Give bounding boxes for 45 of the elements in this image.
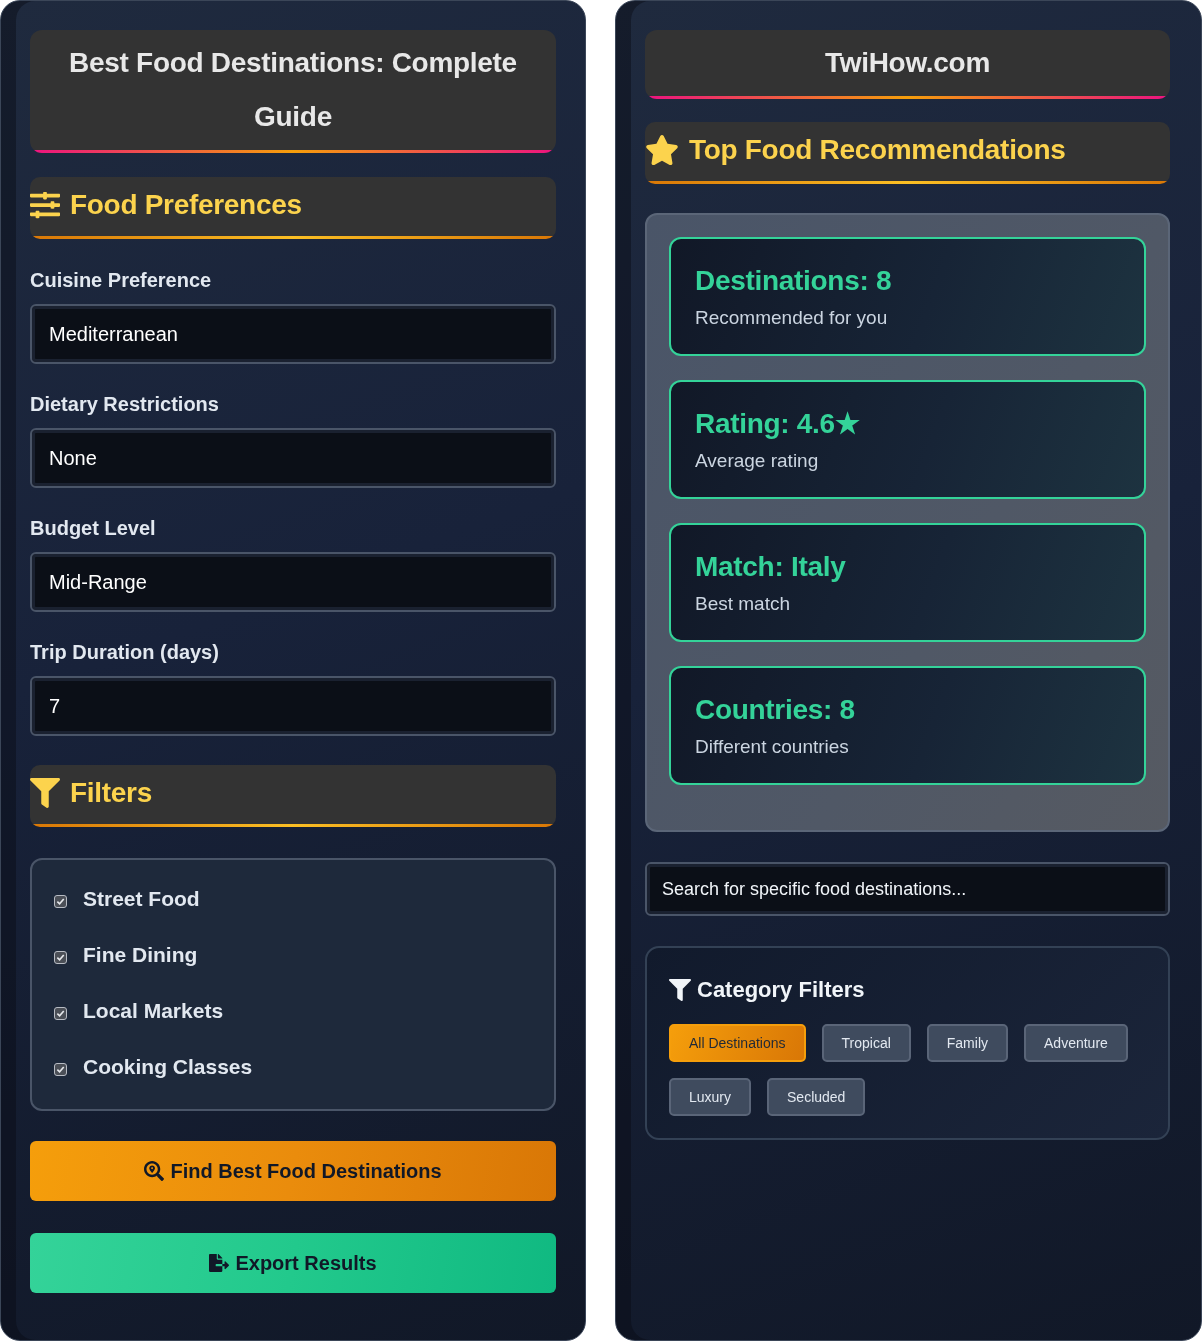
filter-chip[interactable]: Secluded	[767, 1078, 866, 1116]
file-export-icon	[209, 1253, 230, 1273]
checkbox[interactable]	[54, 895, 67, 908]
checkbox-label: Cooking Classes	[83, 1055, 253, 1079]
stat-value: Countries: 8	[695, 693, 856, 727]
checkbox-label: Street Food	[83, 887, 200, 911]
search-icon	[144, 1161, 165, 1181]
search-field[interactable]: Search for specific food destinations...	[645, 862, 1170, 916]
sliders-icon	[30, 190, 60, 220]
find-destinations-button[interactable]: Find Best Food Destinations	[30, 1141, 556, 1201]
export-button[interactable]: Export Results	[30, 1233, 556, 1293]
checkbox-label: Local Markets	[83, 999, 224, 1023]
input-field[interactable]: Mediterranean	[30, 304, 556, 364]
stat-caption: Best match	[695, 592, 792, 615]
filter-icon	[669, 979, 691, 1001]
checkbox-label: Fine Dining	[83, 943, 198, 967]
filter-chip[interactable]: Family	[926, 1024, 1008, 1062]
checkbox[interactable]	[54, 951, 67, 964]
stat-caption: Average rating	[695, 449, 820, 472]
panel-title: Category Filters	[697, 977, 865, 1003]
field-label: Trip Duration (days)	[30, 640, 220, 664]
checkbox[interactable]	[54, 1063, 67, 1076]
page-title: Best Food Destinations: Complete Guide	[30, 30, 556, 153]
input-field[interactable]: 7	[30, 676, 556, 736]
filter-icon	[30, 778, 60, 808]
field-label: Budget Level	[30, 516, 157, 540]
input-field[interactable]: None	[30, 428, 556, 488]
checkbox[interactable]	[54, 1007, 67, 1020]
stat-caption: Different countries	[695, 735, 850, 758]
filter-chip[interactable]: All Destinations	[669, 1024, 806, 1062]
section-title: Food Preferences	[70, 189, 302, 221]
star-icon	[645, 133, 679, 167]
site-title: TwiHow.com	[645, 30, 1170, 99]
stat-value: Rating: 4.6★	[695, 407, 861, 441]
field-label: Cuisine Preference	[30, 268, 213, 292]
section-title: Top Food Recommendations	[689, 134, 1066, 166]
stat-value: Destinations: 8	[695, 264, 893, 298]
field-label: Dietary Restrictions	[30, 392, 220, 416]
section-title: Filters	[70, 777, 152, 809]
filter-chip[interactable]: Luxury	[669, 1078, 752, 1116]
input-field[interactable]: Mid-Range	[30, 552, 556, 612]
filter-chip[interactable]: Tropical	[821, 1024, 911, 1062]
stat-caption: Recommended for you	[695, 306, 889, 329]
filter-chip[interactable]: Adventure	[1024, 1024, 1128, 1062]
stat-value: Match: Italy	[695, 550, 847, 584]
